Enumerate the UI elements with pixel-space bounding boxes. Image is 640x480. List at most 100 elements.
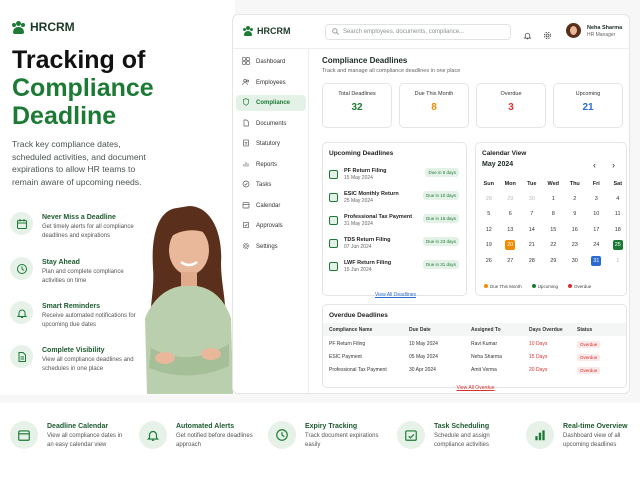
stat-card-upcoming[interactable]: Upcoming 21 (553, 83, 623, 128)
calendar-day[interactable]: 30 (521, 194, 543, 204)
logo-icon (243, 26, 253, 36)
list-item[interactable]: ESIC Monthly Return 25 May 2024 Due in 10 … (329, 187, 459, 207)
sidebar-item-statutory[interactable]: Statutory (236, 136, 306, 152)
status-badge: Due in 5 days (425, 168, 459, 177)
table-cell: 10 Days (529, 341, 548, 347)
calendar-day[interactable]: 2 (564, 194, 586, 204)
calendar-day[interactable]: 31 (586, 255, 608, 266)
calendar-day[interactable]: 9 (564, 209, 586, 219)
feature-never-miss: Never Miss a Deadline Get timely alerts f… (10, 212, 145, 240)
table-row[interactable]: ESIC Payment 05 May 2024 Neha Sharma 15 Day… (323, 352, 626, 364)
bottom-feature-task-scheduling: Task Scheduling Schedule and assign compl… (397, 421, 517, 450)
list-item[interactable]: TDS Return Filing 07 Jun 2024 Due in 23 da… (329, 233, 459, 253)
status-badge: Overdue (577, 354, 601, 361)
page-title: Compliance Deadlines (322, 56, 408, 65)
sidebar-item-tasks[interactable]: Tasks (236, 177, 306, 193)
bell-icon[interactable] (523, 27, 532, 45)
chevron-right-icon[interactable]: › (612, 160, 615, 170)
calendar-day[interactable]: 24 (586, 240, 608, 250)
calendar-day[interactable]: 26 (478, 256, 500, 266)
calendar-legend: Due This Month Upcoming Overdue (484, 284, 591, 289)
calendar-icon (329, 261, 338, 271)
sidebar-item-employees[interactable]: Employees (236, 75, 306, 91)
document-icon (10, 345, 33, 368)
table-cell: Amit Verma (471, 367, 497, 373)
calendar-icon (329, 238, 338, 248)
calendar-day[interactable]: 27 (500, 256, 522, 266)
calendar-day[interactable]: 16 (564, 225, 586, 235)
gear-icon[interactable] (543, 27, 552, 45)
sidebar: Dashboard Employees Compliance Documents Sta… (233, 49, 309, 393)
calendar-icon (329, 169, 338, 179)
chevron-left-icon[interactable]: ‹ (593, 160, 596, 170)
task-icon (397, 421, 425, 449)
calendar-day[interactable]: 6 (500, 209, 522, 219)
app-topbar: HRCRM Search employees, documents, compl… (233, 15, 629, 49)
calendar-day[interactable]: 5 (478, 209, 500, 219)
sidebar-item-approvals[interactable]: Approvals (236, 218, 306, 234)
avatar[interactable] (566, 23, 581, 38)
table-row[interactable]: PF Return Filing 10 May 2024 Ravi Kumar 10 … (323, 339, 626, 351)
calendar-icon (329, 215, 338, 225)
table-cell: 10 May 2024 (409, 341, 438, 347)
bottom-feature-strip: Deadline Calendar View all compliance dat… (0, 403, 640, 480)
table-cell: 15 Days (529, 354, 548, 360)
search-input[interactable]: Search employees, documents, compliance.… (325, 24, 511, 40)
calendar-day[interactable]: 23 (564, 240, 586, 250)
stat-card-due-this-month[interactable]: Due This Month 8 (399, 83, 469, 128)
calendar-day[interactable]: 14 (521, 225, 543, 235)
calendar-day[interactable]: 29 (543, 256, 565, 266)
feature-complete-visibility: Complete Visibility View all compliance d… (10, 345, 145, 373)
sidebar-item-calendar[interactable]: Calendar (236, 198, 306, 214)
sidebar-item-reports[interactable]: Reports (236, 157, 306, 173)
calendar-day[interactable]: 19 (478, 240, 500, 250)
status-badge: Due in 31 days (422, 260, 459, 269)
calendar-day[interactable]: 8 (543, 209, 565, 219)
approve-icon (242, 221, 250, 231)
calendar-day-header: Thu (569, 180, 580, 187)
sidebar-item-dashboard[interactable]: Dashboard (236, 54, 306, 70)
bottom-feature-real-time-overview: Real-time Overview Dashboard view of all … (526, 421, 640, 450)
sidebar-item-settings[interactable]: Settings (236, 239, 306, 255)
list-item[interactable]: PF Return Filing 15 May 2024 Due in 5 days (329, 164, 459, 184)
calendar-day[interactable]: 10 (586, 209, 608, 219)
calendar-day[interactable]: 28 (521, 256, 543, 266)
calendar-day[interactable]: 29 (500, 194, 522, 204)
check-circle-icon (242, 180, 250, 190)
user-info[interactable]: Neha Sharma HR Manager (587, 25, 622, 38)
calendar-day[interactable]: 3 (586, 194, 608, 204)
sidebar-item-documents[interactable]: Documents (236, 116, 306, 132)
calendar-day[interactable]: 15 (543, 225, 565, 235)
view-all-overdue-link[interactable]: View All Overdue (457, 385, 495, 391)
table-header: Compliance Name (329, 327, 373, 333)
calendar-day[interactable]: 25 (607, 240, 629, 251)
calendar-day[interactable]: 21 (521, 240, 543, 250)
calendar-day[interactable]: 30 (564, 256, 586, 266)
bottom-feature-automated-alerts: Automated Alerts Get notified before dead… (139, 421, 259, 450)
brand-name: HRCRM (30, 20, 75, 34)
calendar-day[interactable]: 11 (607, 209, 629, 219)
calendar-day[interactable]: 17 (586, 225, 608, 235)
table-cell: 30 Apr 2024 (409, 367, 436, 373)
app-logo[interactable]: HRCRM (243, 26, 291, 36)
hero-title: Tracking of Compliance Deadline (12, 46, 154, 130)
calendar-day[interactable]: 18 (607, 225, 629, 235)
view-all-deadlines-link[interactable]: View All Deadlines (375, 292, 416, 298)
calendar-day[interactable]: 4 (607, 194, 629, 204)
list-item[interactable]: Professional Tax Payment 31 May 2024 Due i… (329, 210, 459, 230)
status-badge: Overdue (577, 367, 601, 374)
calendar-day[interactable]: 20 (500, 240, 522, 251)
calendar-day[interactable]: 13 (500, 225, 522, 235)
table-header: Status (577, 327, 593, 333)
table-cell: PF Return Filing (329, 341, 366, 347)
stat-card-overdue[interactable]: Overdue 3 (476, 83, 546, 128)
calendar-day[interactable]: 28 (478, 194, 500, 204)
calendar-day[interactable]: 1 (607, 256, 629, 266)
sidebar-item-compliance[interactable]: Compliance (236, 95, 306, 111)
calendar-day[interactable]: 1 (543, 194, 565, 204)
calendar-day[interactable]: 12 (478, 225, 500, 235)
list-item[interactable]: LWF Return Filing 15 Jun 2024 Due in 31 da… (329, 256, 459, 276)
calendar-day[interactable]: 22 (543, 240, 565, 250)
calendar-day[interactable]: 7 (521, 209, 543, 219)
stat-card-total-deadlines[interactable]: Total Deadlines 32 (322, 83, 392, 128)
